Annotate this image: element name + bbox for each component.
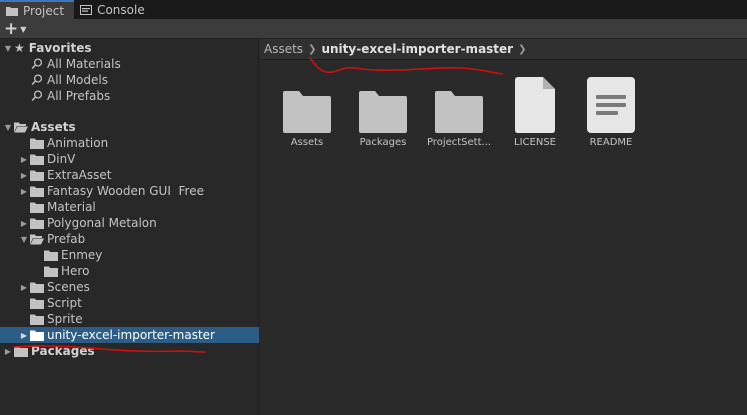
tree-item-animation[interactable]: Animation: [0, 135, 259, 151]
tree-favorite-item[interactable]: All Prefabs: [0, 88, 259, 104]
folder-icon: [44, 266, 58, 277]
text-file-icon: [586, 75, 636, 133]
tree-item-fantasy-wooden-gui[interactable]: ▶ Fantasy Wooden GUI Free: [0, 183, 259, 199]
tree-favorite-item[interactable]: All Models: [0, 72, 259, 88]
file-icon: [510, 75, 560, 133]
folder-icon: [30, 330, 44, 341]
project-tree-panel[interactable]: ▼ ★ Favorites All Materials All Models A…: [0, 39, 259, 415]
tab-project[interactable]: Project: [0, 0, 75, 19]
tree-item-prefab[interactable]: ▼ Prefab: [0, 231, 259, 247]
tab-console-label: Console: [97, 2, 145, 17]
asset-tile-label: LICENSE: [514, 137, 556, 148]
asset-tile[interactable]: Assets: [273, 75, 341, 148]
console-icon: [80, 4, 93, 15]
tab-project-label: Project: [23, 3, 65, 18]
folder-icon: [30, 298, 44, 309]
plus-icon: +: [4, 19, 19, 39]
project-toolbar: + ▼: [0, 19, 747, 39]
collapsed-arrow-icon[interactable]: ▶: [18, 187, 30, 196]
tree-assets-label: Assets: [31, 120, 76, 134]
collapsed-arrow-icon[interactable]: ▶: [18, 219, 30, 228]
search-icon: [31, 90, 43, 102]
tree-item-hero[interactable]: Hero: [0, 263, 259, 279]
collapsed-arrow-icon[interactable]: ▶: [18, 283, 30, 292]
asset-tile-label: ProjectSett...: [426, 137, 492, 148]
tree-favorite-item[interactable]: All Materials: [0, 56, 259, 72]
tree-item-sprite[interactable]: Sprite: [0, 311, 259, 327]
tree-item-polygonal-metalon[interactable]: ▶ Polygonal Metalon: [0, 215, 259, 231]
tree-item-enmey[interactable]: Enmey: [0, 247, 259, 263]
chevron-down-icon: ▼: [20, 24, 27, 34]
collapsed-arrow-icon[interactable]: ▶: [18, 171, 30, 180]
asset-browser-panel[interactable]: Assets ❯ unity-excel-importer-master ❯ A…: [260, 39, 747, 415]
folder-icon: [30, 170, 44, 181]
asset-tile[interactable]: README: [577, 75, 645, 148]
folder-icon: [30, 218, 44, 229]
tree-item-scenes[interactable]: ▶ Scenes: [0, 279, 259, 295]
asset-tile-label: Assets: [290, 137, 324, 148]
star-icon: ★: [14, 41, 25, 55]
folder-icon: [282, 75, 332, 133]
folder-open-icon: [30, 234, 44, 245]
folder-icon: [30, 138, 44, 149]
asset-tile-label: README: [589, 137, 633, 148]
folder-icon: [44, 250, 58, 261]
expand-arrow-icon[interactable]: ▼: [2, 123, 14, 132]
folder-icon: [6, 6, 18, 16]
folder-icon: [30, 202, 44, 213]
collapsed-arrow-icon[interactable]: ▶: [18, 331, 30, 340]
chevron-right-icon: ❯: [308, 43, 317, 55]
tree-assets-header[interactable]: ▼ Assets: [0, 119, 259, 135]
add-asset-button[interactable]: + ▼: [4, 19, 27, 39]
asset-tile-label: Packages: [359, 137, 407, 148]
expand-arrow-icon[interactable]: ▼: [2, 44, 14, 53]
tree-item-extraasset[interactable]: ▶ ExtraAsset: [0, 167, 259, 183]
search-icon: [31, 74, 43, 86]
folder-icon: [434, 75, 484, 133]
breadcrumb: Assets ❯ unity-excel-importer-master ❯: [260, 39, 747, 60]
tree-item-dinv[interactable]: ▶ DinV: [0, 151, 259, 167]
folder-icon: [30, 186, 44, 197]
folder-icon: [30, 314, 44, 325]
asset-tile[interactable]: Packages: [349, 75, 417, 148]
folder-icon: [30, 282, 44, 293]
collapsed-arrow-icon[interactable]: ▶: [2, 347, 14, 356]
tree-favorites-label: Favorites: [28, 41, 92, 55]
folder-icon: [30, 154, 44, 165]
search-icon: [31, 58, 43, 70]
tab-console[interactable]: Console: [74, 0, 155, 19]
tree-item-unity-excel-importer-master[interactable]: ▶ unity-excel-importer-master: [0, 327, 259, 343]
tree-packages-header[interactable]: ▶ Packages: [0, 343, 259, 359]
tree-item-script[interactable]: Script: [0, 295, 259, 311]
folder-icon: [14, 346, 28, 357]
tree-item-material[interactable]: Material: [0, 199, 259, 215]
expand-arrow-icon[interactable]: ▼: [18, 235, 30, 244]
folder-open-icon: [14, 122, 28, 133]
tree-packages-label: Packages: [31, 344, 95, 358]
collapsed-arrow-icon[interactable]: ▶: [18, 155, 30, 164]
folder-icon: [358, 75, 408, 133]
window-tab-bar: Project Console: [0, 0, 747, 19]
tree-favorites-header[interactable]: ▼ ★ Favorites: [0, 40, 259, 56]
chevron-right-icon[interactable]: ❯: [518, 44, 526, 55]
asset-tile[interactable]: LICENSE: [501, 75, 569, 148]
breadcrumb-root[interactable]: Assets: [264, 42, 303, 56]
breadcrumb-current[interactable]: unity-excel-importer-master: [321, 42, 513, 56]
asset-tile[interactable]: ProjectSett...: [425, 75, 493, 148]
